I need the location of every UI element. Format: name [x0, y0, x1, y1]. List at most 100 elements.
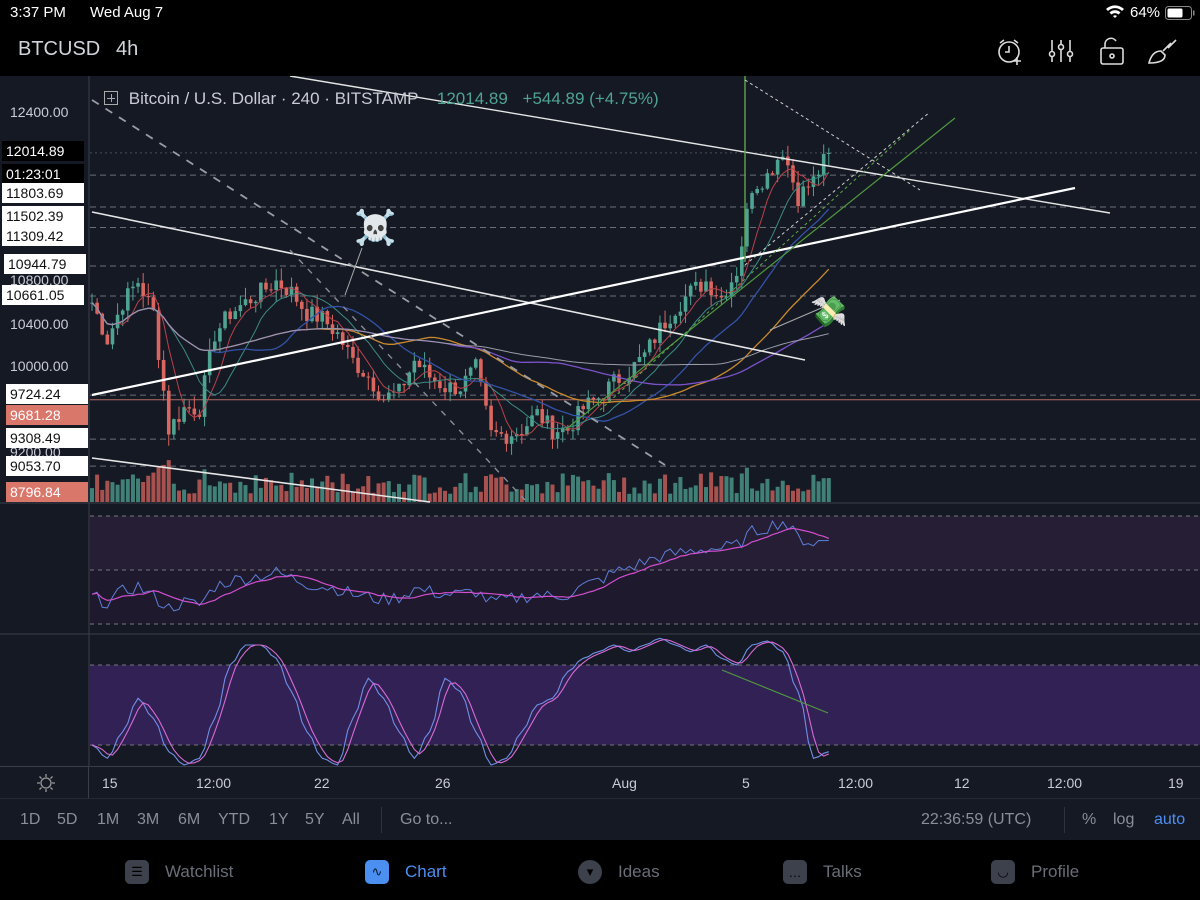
- volume-bar: [576, 476, 581, 502]
- candle-body: [827, 152, 831, 154]
- candle-body: [484, 382, 488, 406]
- goto-button[interactable]: Go to...: [400, 811, 452, 829]
- candle-body: [274, 280, 278, 290]
- tab-ideas[interactable]: ▾ Ideas: [578, 860, 660, 884]
- legend-collapse-icon[interactable]: [104, 91, 118, 105]
- log-toggle[interactable]: log: [1113, 811, 1134, 829]
- dashed-trendline: [91, 99, 666, 466]
- volume-bar: [243, 485, 248, 502]
- interval-button[interactable]: 4h: [116, 38, 138, 61]
- volume-bar: [207, 485, 212, 502]
- range-5y[interactable]: 5Y: [305, 811, 325, 829]
- candle-body: [668, 323, 672, 329]
- candle-body: [658, 322, 662, 343]
- volume-bar: [90, 488, 94, 502]
- candle-body: [371, 377, 376, 392]
- level-label: 9724.24: [6, 384, 88, 404]
- wifi-icon: [1105, 3, 1125, 23]
- tab-chart[interactable]: ∿ Chart: [365, 860, 447, 884]
- skull-annotation[interactable]: ☠️: [354, 208, 396, 248]
- volume-bar: [238, 481, 243, 502]
- volume-bar: [156, 467, 161, 502]
- volume-bar: [105, 480, 110, 502]
- price-chart[interactable]: [0, 76, 1200, 766]
- candle-body: [325, 311, 330, 325]
- range-3m[interactable]: 3M: [137, 811, 159, 829]
- utc-clock[interactable]: 22:36:59 (UTC): [921, 811, 1031, 829]
- percent-toggle[interactable]: %: [1082, 811, 1096, 829]
- rsi-band-upper: [90, 516, 1200, 570]
- settings-sun-icon[interactable]: [36, 773, 56, 798]
- volume-bar: [811, 474, 816, 502]
- volume-bar: [330, 482, 335, 502]
- candle-body: [182, 407, 186, 422]
- range-6m[interactable]: 6M: [178, 811, 200, 829]
- symbol-button[interactable]: BTCUSD: [18, 38, 100, 61]
- volume-bar: [212, 486, 217, 502]
- price-tick: 10400.00: [10, 316, 69, 332]
- smiley-icon: ◡: [991, 860, 1015, 884]
- range-all[interactable]: All: [342, 811, 360, 829]
- candle-body: [218, 328, 222, 342]
- indicators-sliders-icon[interactable]: [1046, 36, 1076, 66]
- volume-bar: [780, 480, 785, 502]
- bottom-tab-bar: ☰ Watchlist ∿ Chart ▾ Ideas … Talks ◡ Pr…: [0, 840, 1200, 900]
- volume-bar: [335, 492, 340, 502]
- volume-bar: [448, 493, 453, 502]
- candle-body: [678, 311, 683, 316]
- candle-body: [663, 322, 667, 329]
- range-1y[interactable]: 1Y: [269, 811, 289, 829]
- trendline: [91, 211, 806, 361]
- money-wings-annotation[interactable]: 💸: [810, 295, 847, 330]
- volume-bar: [381, 482, 386, 502]
- candle-body: [468, 367, 473, 376]
- volume-bar: [765, 478, 770, 502]
- divider: [1064, 807, 1065, 833]
- alarm-add-icon[interactable]: [995, 36, 1025, 66]
- tab-watchlist[interactable]: ☰ Watchlist: [125, 860, 233, 884]
- range-5d[interactable]: 5D: [57, 811, 77, 829]
- volume-bar: [289, 472, 294, 502]
- candle-body: [693, 281, 698, 286]
- candle-body: [581, 406, 585, 410]
- volume-bar: [125, 479, 130, 502]
- tab-talks[interactable]: … Talks: [783, 860, 862, 884]
- auto-toggle[interactable]: auto: [1154, 811, 1185, 829]
- status-date: Wed Aug 7: [90, 4, 164, 21]
- volume-bar: [755, 490, 760, 502]
- candle-body: [238, 305, 243, 312]
- volume-bar: [258, 487, 263, 502]
- tab-profile[interactable]: ◡ Profile: [991, 860, 1079, 884]
- candle-body: [683, 296, 688, 312]
- candle-body: [233, 311, 238, 320]
- candle-body: [115, 314, 120, 329]
- time-tick: 12:00: [1047, 775, 1083, 791]
- time-axis[interactable]: 15 12:00 22 26 Aug 5 12:00 12 12:00 19: [0, 766, 1200, 799]
- status-time: 3:37 PM: [10, 4, 66, 21]
- candle-body: [126, 288, 130, 311]
- candle-body: [402, 383, 406, 386]
- volume-bar: [688, 487, 693, 502]
- drawing-brush-icon[interactable]: [1146, 36, 1177, 66]
- candle-body: [412, 360, 417, 373]
- range-1d[interactable]: 1D: [20, 811, 40, 829]
- volume-bar: [601, 480, 606, 502]
- tab-label: Profile: [1031, 862, 1080, 881]
- candle-body: [535, 409, 539, 416]
- volume-bar: [627, 493, 632, 502]
- candle-body: [161, 359, 166, 391]
- ma-teal-line: [91, 172, 829, 430]
- candle-body: [141, 283, 145, 297]
- range-1m[interactable]: 1M: [97, 811, 119, 829]
- candle-body: [381, 399, 386, 401]
- time-tick: 26: [435, 775, 451, 791]
- range-ytd[interactable]: YTD: [218, 811, 250, 829]
- candle-body: [811, 176, 816, 188]
- volume-bar: [724, 476, 729, 502]
- volume-bar: [161, 464, 166, 502]
- volume-bar: [345, 484, 350, 502]
- volume-bar: [294, 486, 299, 502]
- volume-bar: [683, 488, 688, 502]
- lock-open-icon[interactable]: [1097, 36, 1127, 66]
- volume-bar: [504, 484, 509, 502]
